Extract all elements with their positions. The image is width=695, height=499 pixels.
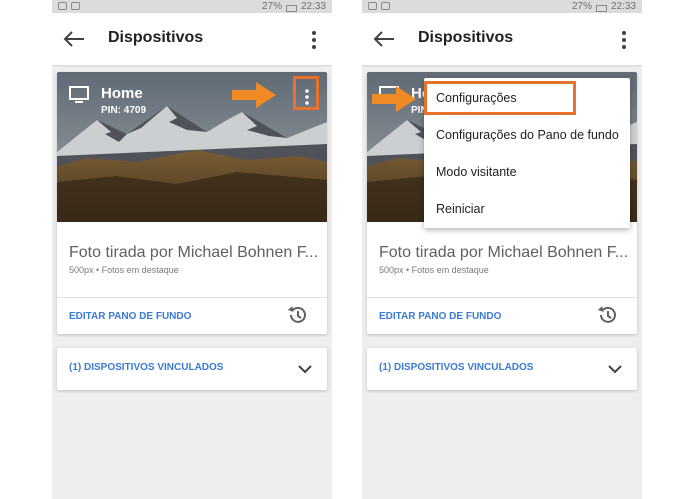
overflow-menu: Configurações Configurações do Pano de f… xyxy=(424,78,630,228)
page-title: Dispositivos xyxy=(108,29,204,46)
battery-icon xyxy=(595,4,607,12)
photo-source: 500px • Fotos em destaque xyxy=(379,265,489,275)
page-title: Dispositivos xyxy=(418,29,514,46)
linked-devices-row[interactable]: (1) DISPOSITIVOS VINCULADOS xyxy=(367,348,637,390)
edit-background-button[interactable]: EDITAR PANO DE FUNDO xyxy=(69,311,191,322)
status-bar: 27% 22:33 xyxy=(52,0,332,13)
photo-source: 500px • Fotos em destaque xyxy=(69,265,179,275)
device-name: Home xyxy=(101,85,143,102)
menu-item-guest-mode[interactable]: Modo visitante xyxy=(424,154,630,190)
notification-icon xyxy=(368,2,377,10)
battery-icon xyxy=(285,4,297,12)
history-icon[interactable] xyxy=(287,305,307,325)
divider xyxy=(367,297,637,298)
divider xyxy=(57,297,327,298)
orange-arrow-icon xyxy=(372,86,416,112)
phone-screen-left: 27% 22:33 Dispositivos Home PIN: 4709 Fo… xyxy=(52,0,332,499)
chevron-down-icon xyxy=(608,365,622,374)
notification-icon xyxy=(58,2,67,10)
device-pin: PIN: 4709 xyxy=(101,105,147,116)
linked-devices-label: (1) DISPOSITIVOS VINCULADOS xyxy=(69,362,224,373)
notification-icon xyxy=(71,2,80,10)
app-bar: Dispositivos xyxy=(362,13,642,65)
background-photo xyxy=(57,72,327,222)
tv-icon xyxy=(69,86,89,103)
linked-devices-label: (1) DISPOSITIVOS VINCULADOS xyxy=(379,362,534,373)
more-vert-icon[interactable] xyxy=(614,29,634,51)
menu-item-background-settings[interactable]: Configurações do Pano de fundo xyxy=(424,117,630,153)
highlight-box xyxy=(424,81,576,115)
battery-percent: 27% xyxy=(571,1,592,12)
app-bar: Dispositivos xyxy=(52,13,332,65)
back-arrow-icon[interactable] xyxy=(372,29,396,49)
status-bar: 27% 22:33 xyxy=(362,0,642,13)
chevron-down-icon xyxy=(298,365,312,374)
photo-credit: Foto tirada por Michael Bohnen F... xyxy=(379,244,629,261)
photo-credit: Foto tirada por Michael Bohnen F... xyxy=(69,244,319,261)
device-card: Home PIN: 4709 Foto tirada por Michael B… xyxy=(57,72,327,334)
menu-item-reboot[interactable]: Reiniciar xyxy=(424,191,630,227)
orange-arrow-icon xyxy=(232,82,276,108)
notification-icon xyxy=(381,2,390,10)
more-vert-icon[interactable] xyxy=(304,29,324,51)
clock: 22:33 xyxy=(300,1,326,12)
back-arrow-icon[interactable] xyxy=(62,29,86,49)
edit-background-button[interactable]: EDITAR PANO DE FUNDO xyxy=(379,311,501,322)
phone-screen-right: 27% 22:33 Dispositivos Home PIN: 4709 Fo… xyxy=(362,0,642,499)
linked-devices-row[interactable]: (1) DISPOSITIVOS VINCULADOS xyxy=(57,348,327,390)
clock: 22:33 xyxy=(610,1,636,12)
battery-percent: 27% xyxy=(261,1,282,12)
highlight-box xyxy=(293,76,319,110)
history-icon[interactable] xyxy=(597,305,617,325)
